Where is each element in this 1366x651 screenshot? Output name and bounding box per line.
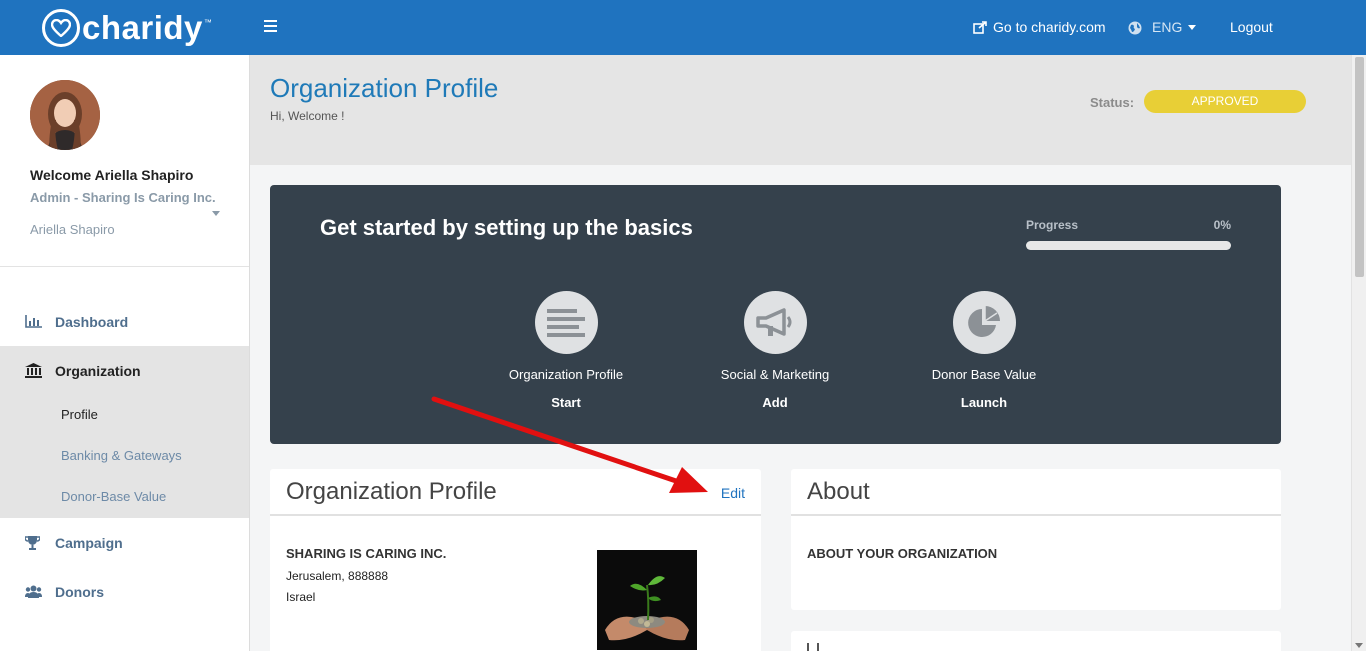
progress-value: 0% (1213, 218, 1231, 232)
user-switcher-label: Ariella Shapiro (30, 222, 115, 237)
sidebar-subitem-donor-base[interactable]: Donor-Base Value (61, 489, 166, 504)
status-label: Status: (1090, 95, 1135, 110)
sidebar-item-organization[interactable]: Organization (0, 346, 249, 395)
step-start-button[interactable]: Start (486, 395, 646, 410)
menu-toggle-icon[interactable] (264, 20, 277, 32)
setup-card: Get started by setting up the basics Pro… (270, 185, 1281, 444)
scrollbar-thumb[interactable] (1355, 57, 1364, 277)
sidebar-item-dashboard[interactable]: Dashboard (0, 297, 249, 346)
setup-step-social-marketing: Social & Marketing Add (695, 291, 855, 410)
heart-logo-icon (42, 9, 80, 47)
charidy-logo[interactable]: charidy ™ (42, 9, 212, 47)
bank-icon (25, 363, 43, 378)
status-badge: APPROVED (1144, 90, 1306, 113)
card-title-partial (807, 643, 819, 651)
user-switcher[interactable]: Ariella Shapiro (30, 211, 220, 237)
logo-text: charidy (82, 9, 203, 46)
card-title: Organization Profile (286, 477, 497, 505)
sidebar-subitem-profile[interactable]: Profile (61, 407, 98, 422)
step-label: Donor Base Value (931, 367, 1037, 382)
edit-profile-link[interactable]: Edit (721, 485, 745, 501)
step-launch-button[interactable]: Launch (904, 395, 1064, 410)
sidebar-item-label: Dashboard (55, 313, 129, 330)
document-lines-icon[interactable] (534, 291, 598, 354)
chevron-down-icon (1188, 25, 1197, 30)
progress-bar (1026, 241, 1231, 250)
page-header: Organization Profile Hi, Welcome ! Statu… (250, 55, 1351, 165)
page-title: Organization Profile (270, 73, 499, 103)
sidebar-subitem-banking[interactable]: Banking & Gateways (61, 448, 182, 463)
external-link-icon (973, 21, 987, 34)
bar-chart-icon (25, 315, 43, 328)
pie-chart-icon[interactable] (952, 291, 1016, 354)
go-to-charidy-label: Go to charidy.com (993, 19, 1106, 35)
step-label: Organization Profile (508, 367, 624, 382)
setup-step-organization-profile: Organization Profile Start (486, 291, 646, 410)
chevron-down-icon (212, 211, 220, 216)
welcome-text: Welcome Ariella Shapiro (30, 167, 194, 183)
trophy-icon (25, 535, 43, 550)
language-dropdown[interactable]: ENG (1128, 0, 1197, 55)
sidebar-item-campaign[interactable]: Campaign (0, 518, 249, 567)
card-title: About (807, 477, 870, 505)
language-label: ENG (1152, 19, 1183, 35)
organization-logo-image[interactable] (597, 550, 697, 650)
page-subtitle: Hi, Welcome ! (270, 109, 345, 123)
card-header: About (791, 469, 1281, 516)
organization-profile-card: Organization Profile Edit SHARING IS CAR… (270, 469, 761, 651)
step-label: Social & Marketing (720, 367, 830, 382)
sidebar-item-label: Organization (55, 362, 141, 379)
sidebar-divider (0, 266, 249, 267)
top-navbar: charidy ™ Go to charidy.com ENG Logout (0, 0, 1366, 55)
sidebar-item-donors[interactable]: Donors (0, 567, 249, 616)
organization-name: SHARING IS CARING INC. (286, 546, 447, 561)
logo-trademark: ™ (203, 17, 212, 27)
card-header: Organization Profile (270, 469, 761, 516)
page-scrollbar[interactable] (1351, 55, 1366, 651)
setup-step-donor-base-value: Donor Base Value Launch (904, 291, 1064, 410)
avatar[interactable] (30, 80, 100, 150)
next-card (791, 631, 1281, 651)
sidebar: Welcome Ariella Shapiro Admin - Sharing … (0, 55, 250, 651)
step-add-button[interactable]: Add (695, 395, 855, 410)
sidebar-item-label: Donors (55, 583, 104, 600)
scroll-down-icon[interactable] (1355, 643, 1363, 648)
about-card: About ABOUT YOUR ORGANIZATION (791, 469, 1281, 610)
users-icon (25, 585, 43, 598)
setup-title: Get started by setting up the basics (320, 215, 693, 240)
organization-country: Israel (286, 590, 316, 604)
organization-address: Jerusalem, 888888 (286, 569, 389, 583)
about-heading: ABOUT YOUR ORGANIZATION (807, 546, 998, 561)
logout-link[interactable]: Logout (1230, 0, 1273, 55)
user-role: Admin - Sharing Is Caring Inc. (30, 190, 216, 205)
globe-icon (1128, 21, 1142, 34)
sidebar-item-label: Campaign (55, 534, 123, 551)
megaphone-icon[interactable] (743, 291, 807, 354)
progress-label: Progress (1026, 218, 1079, 232)
go-to-charidy-link[interactable]: Go to charidy.com (973, 0, 1106, 55)
